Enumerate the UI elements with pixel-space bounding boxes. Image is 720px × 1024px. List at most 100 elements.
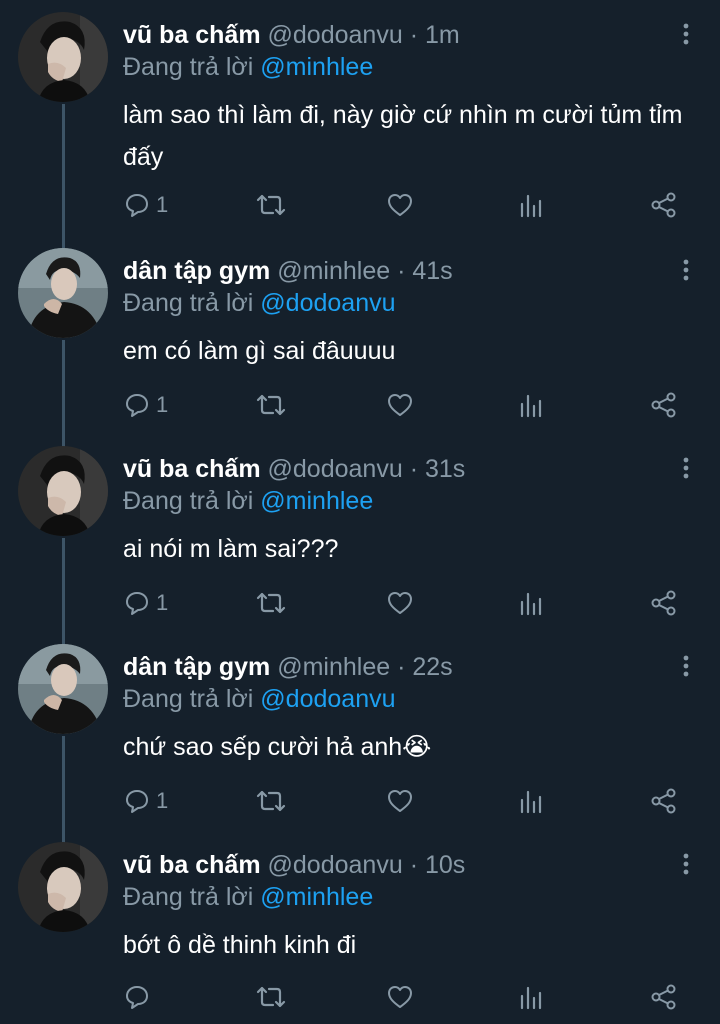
display-name[interactable]: dân tập gym — [123, 653, 270, 681]
tweet-header: vũ ba chấm @dodoanvu · 1m — [123, 20, 660, 50]
username[interactable]: @minhlee — [277, 653, 390, 681]
reply-count: 1 — [156, 192, 169, 217]
replying-to-label: Đang trả lời — [123, 487, 254, 515]
tweet-text: bớt ô dề thinh kinh đi — [123, 931, 357, 959]
reply-icon — [126, 394, 148, 417]
separator-dot: · — [409, 21, 419, 49]
like-icon — [388, 394, 412, 416]
analytics-icon — [520, 592, 542, 616]
analytics-button[interactable] — [518, 190, 544, 220]
username[interactable]: @dodoanvu — [268, 21, 403, 49]
display-name[interactable]: vũ ba chấm — [123, 455, 261, 483]
reply-button[interactable]: 1 — [124, 786, 168, 816]
analytics-button[interactable] — [518, 786, 544, 816]
share-button[interactable] — [650, 190, 678, 220]
replying-to: Đang trả lời @dodoanvu — [123, 288, 396, 318]
reply-button[interactable] — [124, 982, 156, 1012]
analytics-icon — [520, 790, 542, 814]
tweet-text: ai nói m làm sai??? — [123, 535, 339, 563]
retweet-icon — [256, 790, 286, 812]
share-icon — [651, 392, 676, 418]
conversation-thread: vũ ba chấm @dodoanvu · 1m Đang trả lời @… — [0, 0, 720, 1024]
analytics-button[interactable] — [518, 588, 544, 618]
avatar[interactable] — [18, 12, 108, 102]
replying-to-label: Đang trả lời — [123, 289, 254, 317]
analytics-icon — [520, 986, 542, 1010]
more-icon[interactable] — [680, 258, 692, 282]
avatar[interactable] — [18, 842, 108, 932]
reply-button[interactable]: 1 — [124, 390, 168, 420]
analytics-button[interactable] — [518, 982, 544, 1012]
replying-to: Đang trả lời @dodoanvu — [123, 684, 396, 714]
share-button[interactable] — [650, 786, 678, 816]
display-name[interactable]: dân tập gym — [123, 257, 270, 285]
share-button[interactable] — [650, 982, 678, 1012]
reply-icon — [126, 790, 148, 813]
tweet-actions: 1 — [120, 786, 690, 816]
tweet[interactable]: vũ ba chấm @dodoanvu · 1m Đang trả lời @… — [0, 0, 720, 254]
retweet-icon — [256, 194, 286, 216]
timestamp[interactable]: 41s — [412, 257, 452, 285]
tweet-header: dân tập gym @minhlee · 22s — [123, 652, 660, 682]
retweet-button[interactable] — [256, 588, 286, 618]
mention-link[interactable]: @minhlee — [260, 53, 373, 81]
share-icon — [651, 984, 676, 1010]
reply-count: 1 — [156, 392, 169, 417]
timestamp[interactable]: 22s — [412, 653, 452, 681]
mention-link[interactable]: @minhlee — [260, 487, 373, 515]
tweet[interactable]: vũ ba chấm @dodoanvu · 10s Đang trả lời … — [0, 830, 720, 1024]
like-button[interactable] — [386, 982, 414, 1012]
retweet-button[interactable] — [256, 982, 286, 1012]
thread-line — [62, 104, 65, 254]
timestamp[interactable]: 31s — [425, 455, 465, 483]
analytics-icon — [520, 394, 542, 418]
mention-link[interactable]: @dodoanvu — [260, 289, 395, 317]
display-name[interactable]: vũ ba chấm — [123, 851, 261, 879]
more-icon[interactable] — [680, 654, 692, 678]
reply-icon — [126, 986, 148, 1009]
tweet[interactable]: dân tập gym @minhlee · 41s Đang trả lời … — [0, 236, 720, 450]
mention-link[interactable]: @minhlee — [260, 883, 373, 911]
reply-count: 1 — [156, 590, 169, 615]
share-button[interactable] — [650, 588, 678, 618]
replying-to: Đang trả lời @minhlee — [123, 882, 373, 912]
retweet-button[interactable] — [256, 190, 286, 220]
like-icon — [388, 790, 412, 812]
avatar[interactable] — [18, 644, 108, 734]
username[interactable]: @dodoanvu — [268, 455, 403, 483]
retweet-icon — [256, 592, 286, 614]
avatar[interactable] — [18, 446, 108, 536]
timestamp[interactable]: 10s — [425, 851, 465, 879]
tweet[interactable]: vũ ba chấm @dodoanvu · 31s Đang trả lời … — [0, 434, 720, 648]
share-icon — [651, 590, 676, 616]
share-button[interactable] — [650, 390, 678, 420]
reply-button[interactable]: 1 — [124, 190, 168, 220]
separator-dot: · — [409, 851, 419, 879]
replying-to-label: Đang trả lời — [123, 883, 254, 911]
replying-to: Đang trả lời @minhlee — [123, 486, 373, 516]
tweet[interactable]: dân tập gym @minhlee · 22s Đang trả lời … — [0, 632, 720, 846]
avatar[interactable] — [18, 248, 108, 338]
username[interactable]: @minhlee — [277, 257, 390, 285]
more-icon[interactable] — [680, 22, 692, 46]
more-icon[interactable] — [680, 456, 692, 480]
like-button[interactable] — [386, 390, 414, 420]
like-button[interactable] — [386, 588, 414, 618]
tweet-actions — [120, 982, 690, 1012]
timestamp[interactable]: 1m — [425, 21, 460, 49]
mention-link[interactable]: @dodoanvu — [260, 685, 395, 713]
separator-dot: · — [397, 653, 406, 681]
like-icon — [388, 194, 412, 216]
like-button[interactable] — [386, 190, 414, 220]
replying-to-label: Đang trả lời — [123, 685, 254, 713]
username[interactable]: @dodoanvu — [268, 851, 403, 879]
analytics-button[interactable] — [518, 390, 544, 420]
display-name[interactable]: vũ ba chấm — [123, 21, 261, 49]
more-icon[interactable] — [680, 852, 692, 876]
tweet-text: chứ sao sếp cười hả anh😭 — [123, 733, 432, 761]
tweet-header: vũ ba chấm @dodoanvu · 10s — [123, 850, 660, 880]
retweet-button[interactable] — [256, 786, 286, 816]
retweet-button[interactable] — [256, 390, 286, 420]
like-button[interactable] — [386, 786, 414, 816]
reply-button[interactable]: 1 — [124, 588, 168, 618]
